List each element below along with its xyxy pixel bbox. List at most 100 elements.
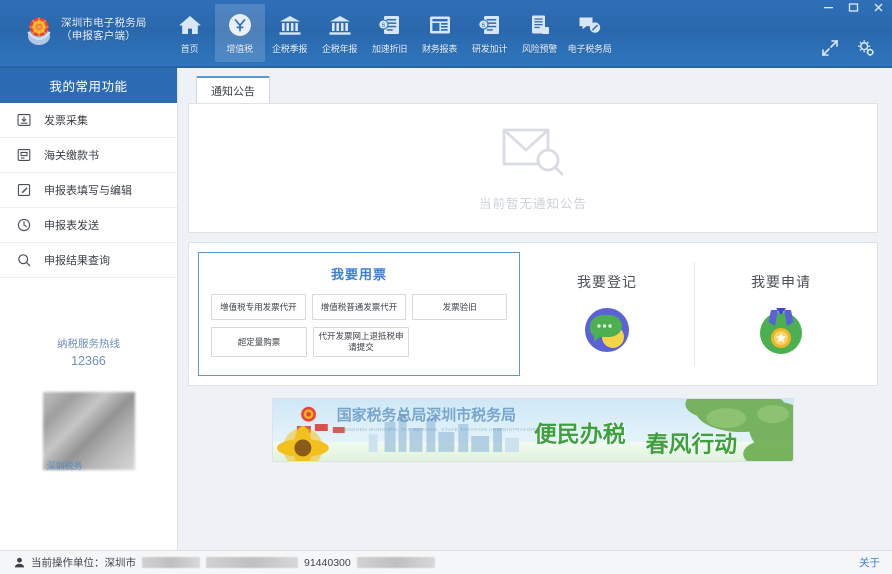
- envelope-search-icon: [500, 124, 566, 185]
- invoice-card: 我要用票 增值税专用发票代开 增值税普通发票代开 发票验旧 超定量购票 代开发票…: [198, 252, 520, 376]
- nav-item-corp-quarterly[interactable]: 企税季报: [265, 4, 315, 62]
- banner-org-name-en: SHENZHEN MUNICIPAL TAX SERVICE, STATE TA…: [337, 427, 537, 433]
- banner-org-name: 国家税务总局深圳市税务局: [337, 406, 516, 424]
- sidebar-label-result-query: 申报结果查询: [44, 255, 110, 267]
- main-navigation: 首页 增值税 企税季报 企税年报 6 加速折旧 财务报表 6 研发加计 风险预警…: [165, 4, 615, 66]
- screen-link-icon: [576, 11, 604, 39]
- about-link[interactable]: 关于: [859, 555, 880, 570]
- nav-item-etax-bureau[interactable]: 电子税务局: [565, 4, 615, 62]
- maximize-button[interactable]: [845, 1, 861, 14]
- service-hotline: 纳税服务热线 12366: [0, 336, 177, 370]
- status-operating-unit-label: 当前操作单位：深圳市: [31, 557, 136, 569]
- app-header: 深圳市电子税务局 （申报客户端） 首页 增值税 企税季报 企税年报 6 加速折旧…: [0, 0, 892, 68]
- invoice-button-row-1: 增值税专用发票代开 增值税普通发票代开 发票验旧: [211, 294, 508, 320]
- notice-empty-text: 当前暂无通知公告: [478, 197, 587, 211]
- nav-label-vat: 增值税: [226, 44, 253, 54]
- chat-bubble-circle-icon: [581, 304, 633, 356]
- nav-label-financial-report: 财务报表: [422, 44, 458, 54]
- promo-banner-wrap: 国家税务总局深圳市税务局 SHENZHEN MUNICIPAL TAX SERV…: [188, 395, 878, 465]
- register-tile-title: 我要登记: [577, 274, 637, 290]
- main-content: 通知公告 当前暂无通知公告 我要用票 增值税专用发票代开 增值税普通发票代开 发…: [178, 68, 892, 550]
- window-controls: [820, 1, 886, 14]
- sidebar-label-customs-payment: 海关缴款书: [44, 150, 99, 162]
- online-tax-refund-submit-button[interactable]: 代开发票网上退抵税申请提交: [313, 327, 409, 357]
- redacted-company-name-2: [206, 557, 298, 568]
- close-button[interactable]: [870, 1, 886, 14]
- nav-label-home: 首页: [180, 44, 199, 54]
- document-box-icon: [16, 148, 31, 163]
- search-icon: [16, 253, 31, 268]
- quick-action-cards: 我要用票 增值税专用发票代开 增值税普通发票代开 发票验旧 超定量购票 代开发票…: [188, 242, 878, 386]
- nav-label-etax-bureau: 电子税务局: [567, 44, 612, 54]
- report-icon: [426, 11, 454, 39]
- over-quota-purchase-button[interactable]: 超定量购票: [211, 327, 307, 357]
- apply-tile-title: 我要申请: [751, 274, 811, 290]
- nav-item-financial-report[interactable]: 财务报表: [415, 4, 465, 62]
- nav-label-rd-deduction: 研发加计: [472, 44, 508, 54]
- promo-banner-graphic: 国家税务总局深圳市税务局 SHENZHEN MUNICIPAL TAX SERV…: [273, 399, 793, 461]
- medal-icon: [755, 304, 807, 356]
- sidebar-menu: 发票采集 海关缴款书 申报表填写与编辑 申报表发送 申报结果查询: [0, 103, 177, 278]
- sidebar-promo-image: 深圳税务: [42, 392, 135, 471]
- app-logo-line1: 深圳市电子税务局: [61, 17, 147, 29]
- general-vat-invoice-button[interactable]: 增值税普通发票代开: [311, 294, 407, 320]
- sidebar-item-form-edit[interactable]: 申报表填写与编辑: [0, 173, 177, 208]
- app-body: 我的常用功能 发票采集 海关缴款书 申报表填写与编辑 申报表发送 申报结果查询 …: [0, 68, 892, 550]
- home-icon: [176, 11, 204, 39]
- gear-settings-icon[interactable]: [856, 38, 876, 58]
- nav-item-depreciation[interactable]: 6 加速折旧: [365, 4, 415, 62]
- notice-panel: 当前暂无通知公告: [188, 103, 878, 233]
- nav-label-corp-annual: 企税年报: [322, 44, 358, 54]
- promo-banner[interactable]: 国家税务总局深圳市税务局 SHENZHEN MUNICIPAL TAX SERV…: [272, 398, 794, 462]
- fullscreen-icon[interactable]: [820, 38, 840, 58]
- sidebar: 我的常用功能 发票采集 海关缴款书 申报表填写与编辑 申报表发送 申报结果查询 …: [0, 68, 178, 550]
- nav-item-risk-alert[interactable]: 风险预警: [515, 4, 565, 62]
- nav-label-depreciation: 加速折旧: [372, 44, 408, 54]
- nav-item-vat[interactable]: 增值税: [214, 4, 265, 62]
- coin-doc-icon: 6: [476, 11, 504, 39]
- risk-doc-icon: [526, 11, 554, 39]
- register-tile[interactable]: 我要登记: [520, 252, 694, 376]
- sidebar-title: 我的常用功能: [0, 68, 177, 103]
- invoice-verify-old-button[interactable]: 发票验旧: [412, 294, 508, 320]
- redacted-company-name: [142, 557, 200, 568]
- nav-label-risk-alert: 风险预警: [522, 44, 558, 54]
- sidebar-item-form-send[interactable]: 申报表发送: [0, 208, 177, 243]
- bank-icon: [276, 11, 304, 39]
- app-logo-text: 深圳市电子税务局 （申报客户端）: [61, 17, 147, 43]
- sidebar-label-form-edit: 申报表填写与编辑: [44, 185, 132, 197]
- send-clock-icon: [16, 218, 31, 233]
- sidebar-label-invoice-collect: 发票采集: [44, 115, 88, 127]
- sidebar-label-form-send: 申报表发送: [44, 220, 99, 232]
- coin-doc-icon: 6: [376, 11, 404, 39]
- vat-icon: [226, 11, 254, 39]
- minimize-button[interactable]: [820, 1, 836, 14]
- status-tax-id: 91440300: [304, 556, 351, 569]
- nav-label-corp-quarterly: 企税季报: [272, 44, 308, 54]
- status-bar: 当前操作单位：深圳市 91440300 关于: [0, 550, 892, 574]
- header-tools: [820, 38, 876, 58]
- nav-item-corp-annual[interactable]: 企税年报: [315, 4, 365, 62]
- tax-emblem-icon: [24, 14, 54, 46]
- sidebar-item-result-query[interactable]: 申报结果查询: [0, 243, 177, 278]
- application-window: 深圳市电子税务局 （申报客户端） 首页 增值税 企税季报 企税年报 6 加速折旧…: [0, 0, 892, 574]
- app-logo-line2: （申报客户端）: [61, 30, 136, 42]
- service-hotline-number: 12366: [71, 354, 106, 368]
- invoice-button-row-2: 超定量购票 代开发票网上退抵税申请提交: [211, 327, 507, 357]
- special-vat-invoice-button[interactable]: 增值税专用发票代开: [211, 294, 306, 320]
- sidebar-promo-caption: 深圳税务: [46, 461, 83, 471]
- sidebar-item-invoice-collect[interactable]: 发票采集: [0, 103, 177, 138]
- sidebar-item-customs-payment[interactable]: 海关缴款书: [0, 138, 177, 173]
- bank-icon: [326, 11, 354, 39]
- banner-slogan-2: 春风行动: [645, 431, 738, 457]
- app-logo: 深圳市电子税务局 （申报客户端）: [24, 14, 147, 46]
- nav-item-rd-deduction[interactable]: 6 研发加计: [465, 4, 515, 62]
- redacted-tax-id-rest: [356, 557, 435, 568]
- nav-item-home[interactable]: 首页: [165, 4, 215, 62]
- user-icon: [14, 557, 25, 568]
- apply-tile[interactable]: 我要申请: [694, 252, 868, 376]
- tab-notice-announcement[interactable]: 通知公告: [196, 76, 270, 103]
- service-hotline-label: 纳税服务热线: [57, 338, 120, 350]
- tab-strip: 通知公告: [188, 76, 878, 103]
- invoice-card-title: 我要用票: [330, 267, 387, 282]
